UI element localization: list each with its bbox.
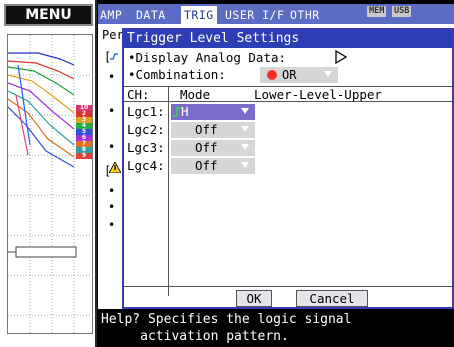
mini-waveform-graphic — [8, 35, 94, 335]
warning-icon — [109, 162, 121, 173]
lgc4-mode-select[interactable]: Off — [171, 158, 255, 174]
bg-bullet: • — [108, 200, 116, 214]
chevron-down-icon — [241, 108, 249, 114]
help-line-1: Help? Specifies the logic signal — [101, 312, 352, 327]
chevron-down-icon — [324, 71, 332, 77]
tab-trig[interactable]: TRIG — [181, 6, 217, 24]
play-icon — [335, 50, 348, 64]
help-bar: Help? Specifies the logic signal activat… — [98, 309, 454, 347]
lgc3-mode-value: Off — [195, 140, 218, 155]
tab-user-if[interactable]: USER I/F — [225, 7, 284, 24]
header-ch: CH: — [127, 87, 150, 102]
tab-data[interactable]: DATA — [136, 7, 166, 24]
tab-othr[interactable]: OTHR — [290, 7, 320, 24]
page-heading: Per — [102, 28, 124, 42]
ok-button[interactable]: OK — [236, 290, 272, 307]
lgc3-mode-select[interactable]: Off — [171, 140, 255, 156]
lgc2-label: Lgc2: — [127, 122, 165, 137]
lgc4-mode-value: Off — [195, 158, 218, 173]
logic-or-icon — [267, 70, 277, 80]
bg-bullet: • — [108, 184, 116, 198]
lgc1-mode-select[interactable]: H — [171, 104, 255, 120]
header-mode: Mode — [180, 87, 211, 102]
channel-tag: 9 — [76, 153, 92, 159]
tab-amp[interactable]: AMP — [100, 7, 122, 24]
lgc1-mode-value: H — [181, 104, 189, 119]
help-line-2: activation pattern. — [101, 329, 289, 344]
combination-select[interactable]: OR — [260, 67, 338, 83]
dialog-title: Trigger Level Settings — [124, 30, 452, 48]
lgc2-mode-value: Off — [195, 122, 218, 137]
usb-indicator: USB — [392, 6, 412, 17]
column-divider — [168, 86, 169, 296]
mem-indicator: MEM — [367, 6, 387, 17]
chevron-down-icon — [241, 144, 249, 150]
button-row-divider — [124, 286, 452, 287]
chevron-down-icon — [241, 162, 249, 168]
lgc3-label: Lgc3: — [127, 140, 165, 155]
lgc1-label: Lgc1: — [127, 104, 165, 119]
mini-waveform-panel: 10 2 3 4 5 6 7 8 9 — [7, 34, 94, 335]
display-analog-label: •Display Analog Data: — [128, 50, 287, 65]
header-levels: Lower-Level-Upper — [254, 87, 382, 102]
combination-label: •Combination: — [128, 67, 226, 82]
lgc4-label: Lgc4: — [127, 158, 165, 173]
trigger-icon — [110, 53, 118, 60]
channel-table-header: CH: Mode Lower-Level-Upper — [124, 86, 452, 102]
cancel-button[interactable]: Cancel — [296, 290, 368, 307]
left-panel: MENU 10 2 3 4 5 6 7 8 9 — [0, 0, 97, 347]
bg-bullet: • — [108, 104, 116, 118]
display-analog-play-button[interactable] — [334, 50, 348, 64]
combination-value: OR — [282, 68, 297, 82]
chevron-down-icon — [241, 126, 249, 132]
bg-bullet: • — [108, 70, 116, 84]
bg-bullet: • — [108, 218, 116, 232]
lgc2-mode-select[interactable]: Off — [171, 122, 255, 138]
trigger-level-dialog: Trigger Level Settings •Display Analog D… — [122, 28, 454, 309]
menu-button[interactable]: MENU — [4, 4, 93, 26]
bg-bullet: • — [108, 140, 116, 154]
